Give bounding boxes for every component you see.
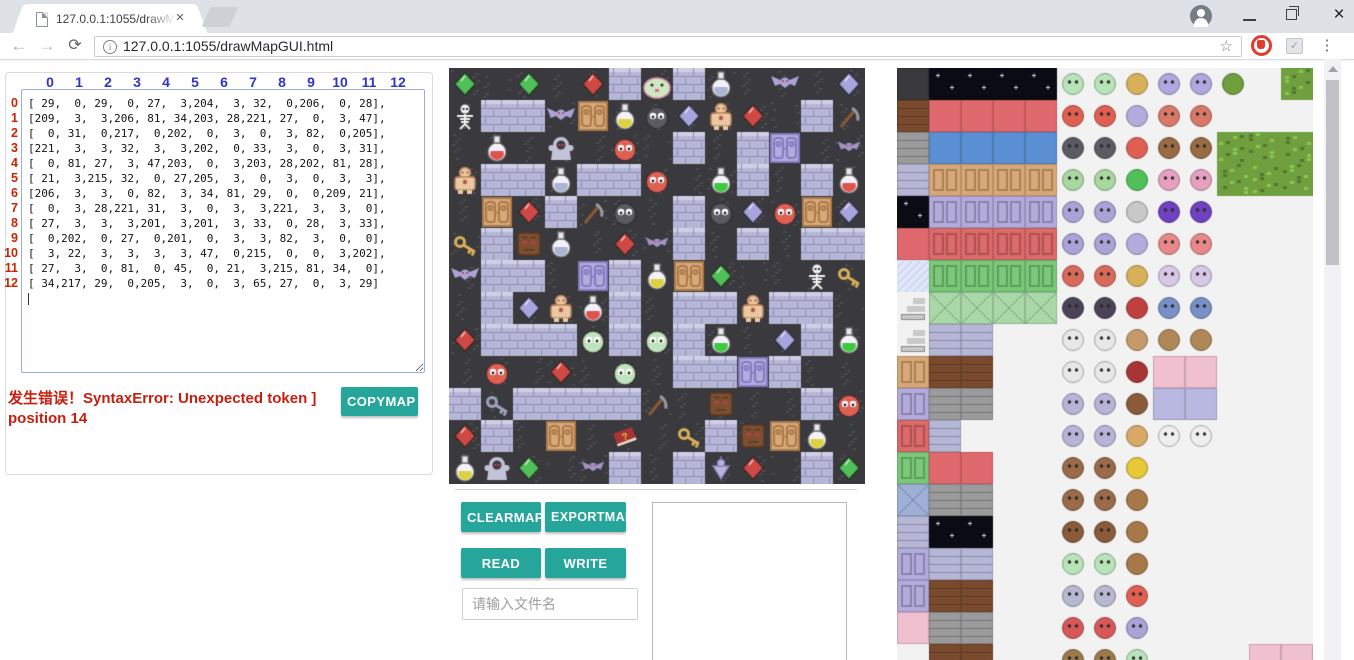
write-button[interactable]: WRITE	[545, 548, 626, 578]
matrix-col-header: 9	[297, 74, 325, 90]
url-text[interactable]: 127.0.0.1:1055/drawMapGUI.html	[123, 38, 333, 54]
matrix-textarea[interactable]	[21, 89, 425, 373]
read-button[interactable]: READ	[461, 548, 541, 578]
window-close-button[interactable]: ×	[1328, 4, 1350, 26]
matrix-row-header: 11	[1, 261, 18, 276]
tileset-palette-canvas[interactable]	[897, 68, 1313, 660]
matrix-col-header: 11	[355, 74, 383, 90]
tab-bar: 127.0.0.1:1055/drawMa × ×	[0, 0, 1354, 33]
matrix-row-header: 2	[1, 126, 18, 141]
matrix-row-header: 8	[1, 216, 18, 231]
clearmap-button[interactable]: CLEARMAP	[461, 502, 541, 532]
matrix-col-header: 3	[123, 74, 151, 90]
matrix-col-header: 12	[384, 74, 412, 90]
matrix-row-header: 12	[1, 276, 18, 291]
scrollbar-thumb[interactable]	[1326, 80, 1339, 265]
matrix-row-header: 7	[1, 201, 18, 216]
matrix-col-header: 2	[94, 74, 122, 90]
tab-close-icon[interactable]: ×	[172, 10, 188, 26]
text-caret	[28, 293, 29, 305]
copymap-button[interactable]: COPYMAP	[341, 387, 418, 416]
tile-map-canvas[interactable]	[449, 68, 865, 484]
exportmap-button[interactable]: EXPORTMAP	[545, 502, 626, 532]
address-toolbar: ← → ⟳ i 127.0.0.1:1055/drawMapGUI.html ☆…	[0, 33, 1354, 60]
output-box	[652, 502, 847, 660]
page-favicon-icon	[36, 12, 48, 27]
matrix-row-header: 5	[1, 171, 18, 186]
matrix-row-header: 1	[1, 111, 18, 126]
matrix-col-header: 6	[210, 74, 238, 90]
matrix-col-header: 0	[36, 74, 64, 90]
browser-tab[interactable]: 127.0.0.1:1055/drawMa ×	[26, 4, 194, 33]
page-info-icon[interactable]: i	[103, 40, 117, 54]
forward-icon[interactable]: →	[34, 33, 60, 59]
matrix-col-header: 10	[326, 74, 354, 90]
bookmark-star-icon[interactable]: ☆	[1220, 37, 1233, 55]
reload-icon[interactable]: ⟳	[62, 33, 88, 59]
matrix-col-header: 8	[268, 74, 296, 90]
matrix-col-header: 4	[152, 74, 180, 90]
matrix-row-header: 0	[1, 96, 18, 111]
browser-menu-icon[interactable]: ⋮	[1315, 34, 1339, 58]
address-bar[interactable]: i 127.0.0.1:1055/drawMapGUI.html ☆	[94, 36, 1242, 57]
divider-line	[455, 489, 857, 490]
scrollbar-up-icon[interactable]	[1328, 66, 1338, 72]
window-minimize-button[interactable]	[1243, 19, 1256, 21]
matrix-row-header: 9	[1, 231, 18, 246]
adblock-extension-icon[interactable]	[1251, 35, 1272, 56]
profile-avatar-icon[interactable]	[1190, 5, 1212, 27]
filename-input[interactable]	[462, 588, 638, 620]
error-message: 发生错误！SyntaxError: Unexpected token ] pos…	[8, 389, 340, 428]
matrix-col-header: 5	[181, 74, 209, 90]
window-restore-button[interactable]	[1286, 9, 1297, 20]
matrix-row-header: 6	[1, 186, 18, 201]
checkbox-extension-icon[interactable]: ✓	[1286, 38, 1303, 54]
matrix-row-header: 4	[1, 156, 18, 171]
new-tab-button[interactable]	[202, 7, 239, 27]
matrix-row-header: 3	[1, 141, 18, 156]
back-icon[interactable]: ←	[6, 33, 32, 59]
browser-window: 127.0.0.1:1055/drawMa × × ← → ⟳ i 127.0.…	[0, 0, 1354, 660]
matrix-col-header: 1	[65, 74, 93, 90]
page-scrollbar[interactable]	[1324, 59, 1341, 660]
matrix-col-header: 7	[239, 74, 267, 90]
matrix-row-header: 10	[1, 246, 18, 261]
